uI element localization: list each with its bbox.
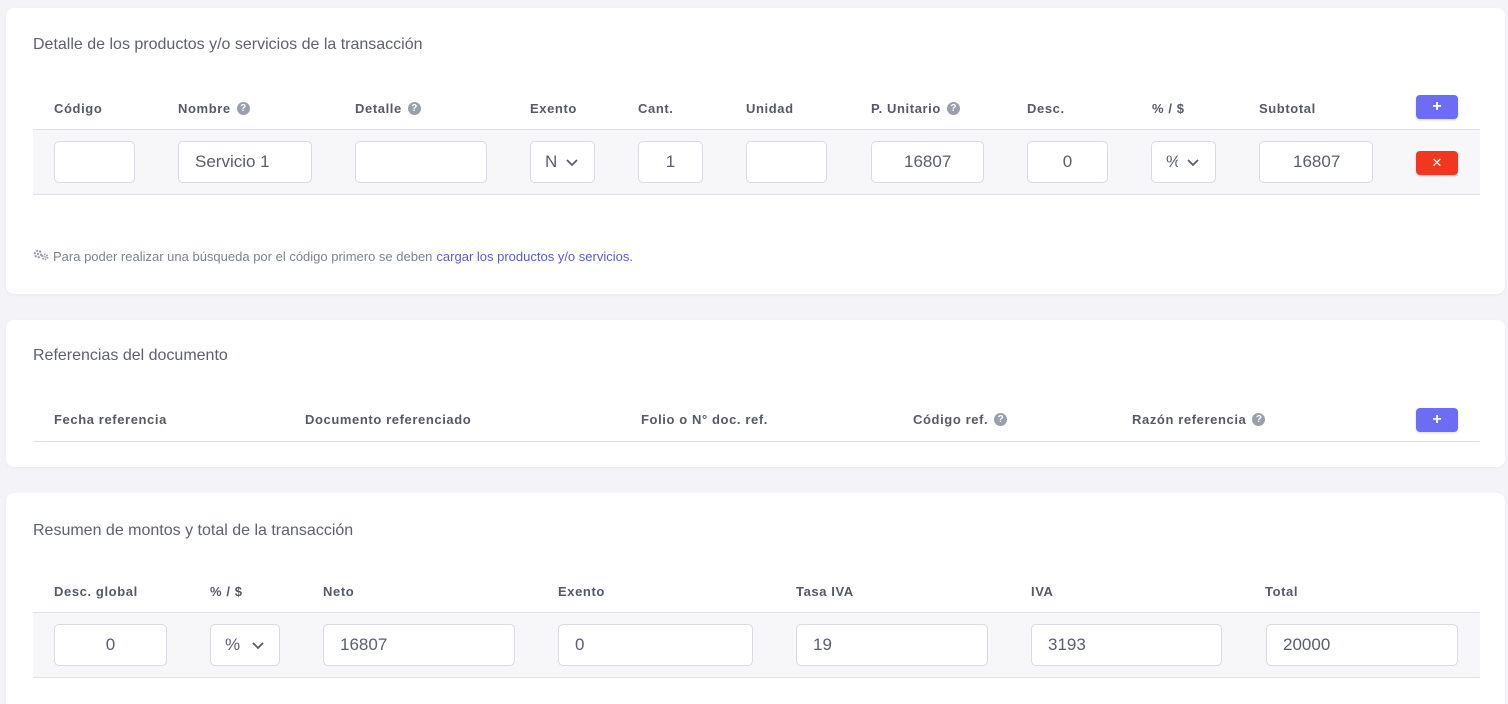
header-neto: Neto	[323, 584, 354, 599]
p-unitario-input[interactable]: 16807	[871, 141, 984, 183]
header-desc: Desc.	[1027, 101, 1065, 116]
summary-pct-select[interactable]: %	[210, 624, 280, 666]
help-icon[interactable]: ?	[236, 102, 250, 115]
exento-select-value: N	[545, 152, 557, 171]
search-note: Para poder realizar una búsqueda por el …	[33, 249, 633, 264]
header-nombre-label: Nombre	[178, 101, 231, 116]
help-icon[interactable]: ?	[1252, 413, 1266, 426]
summary-card: Resumen de montos y total de la transacc…	[6, 493, 1505, 704]
delete-row-button[interactable]: ✕	[1416, 151, 1458, 175]
gears-icon	[33, 249, 49, 264]
header-detalle-label: Detalle	[355, 101, 402, 116]
load-products-link[interactable]: cargar los productos y/o servicios.	[436, 249, 633, 264]
help-icon[interactable]: ?	[994, 413, 1008, 426]
products-title: Detalle de los productos y/o servicios d…	[33, 36, 423, 53]
header-p-unitario: P. Unitario?	[871, 101, 960, 116]
divider	[33, 441, 1480, 442]
header-summary-exento: Exento	[558, 584, 605, 599]
header-summary-pct: % / $	[210, 584, 243, 599]
nombre-input[interactable]: Servicio 1	[178, 141, 312, 183]
header-pct-label: % / $	[1152, 101, 1185, 116]
header-tasa-iva: Tasa IVA	[796, 584, 854, 599]
header-codigo-label: Código	[54, 101, 103, 116]
header-razon-label: Razón referencia	[1132, 412, 1247, 427]
header-exento: Exento	[530, 101, 577, 116]
header-unidad-label: Unidad	[746, 101, 794, 116]
tasa-iva-input[interactable]: 19	[796, 624, 988, 666]
search-note-text: Para poder realizar una búsqueda por el …	[53, 249, 433, 264]
header-total: Total	[1265, 584, 1298, 599]
header-codigo: Código	[54, 101, 102, 116]
header-desc-global: Desc. global	[54, 584, 138, 599]
references-card: Referencias del documento Fecha referenc…	[6, 320, 1505, 467]
header-codigo-ref-label: Código ref.	[913, 412, 989, 427]
summary-title: Resumen de montos y total de la transacc…	[33, 522, 354, 539]
header-documento-label: Documento referenciado	[305, 412, 472, 427]
divider	[33, 194, 1480, 195]
header-pct: % / $	[1152, 101, 1185, 116]
add-product-button[interactable]: +	[1416, 95, 1458, 119]
header-iva-label: IVA	[1031, 584, 1054, 599]
chevron-down-icon	[251, 638, 265, 652]
header-folio: Folio o N° doc. ref.	[641, 412, 768, 427]
header-unidad: Unidad	[746, 101, 794, 116]
add-reference-button[interactable]: +	[1416, 408, 1458, 432]
chevron-down-icon	[565, 155, 579, 169]
header-detalle: Detalle?	[355, 101, 421, 116]
codigo-input[interactable]	[54, 141, 135, 183]
divider	[33, 677, 1480, 678]
header-desc-global-label: Desc. global	[54, 584, 138, 599]
header-tasa-iva-label: Tasa IVA	[796, 584, 854, 599]
cant-input[interactable]: 1	[638, 141, 703, 183]
help-icon[interactable]: ?	[946, 102, 960, 115]
exento-select[interactable]: N	[530, 141, 595, 183]
unidad-input[interactable]	[746, 141, 827, 183]
header-neto-label: Neto	[323, 584, 355, 599]
neto-input[interactable]: 16807	[323, 624, 515, 666]
header-documento-referenciado: Documento referenciado	[305, 412, 471, 427]
header-summary-exento-label: Exento	[558, 584, 605, 599]
header-fecha-referencia: Fecha referencia	[54, 412, 167, 427]
header-subtotal: Subtotal	[1259, 101, 1316, 116]
desc-input[interactable]: 0	[1027, 141, 1108, 183]
desc-global-input[interactable]: 0	[54, 624, 167, 666]
pct-select[interactable]: %	[1151, 141, 1216, 183]
pct-select-value: %	[1166, 152, 1178, 172]
total-input[interactable]: 20000	[1266, 624, 1458, 666]
references-title: Referencias del documento	[33, 347, 228, 364]
chevron-down-icon	[1186, 155, 1200, 169]
header-razon-referencia: Razón referencia?	[1132, 412, 1266, 427]
header-exento-label: Exento	[530, 101, 577, 116]
header-subtotal-label: Subtotal	[1259, 101, 1316, 116]
subtotal-input[interactable]: 16807	[1259, 141, 1373, 183]
iva-input[interactable]: 3193	[1031, 624, 1222, 666]
products-card: Detalle de los productos y/o servicios d…	[6, 8, 1505, 294]
header-cant-label: Cant.	[638, 101, 674, 116]
header-cant: Cant.	[638, 101, 674, 116]
detalle-input[interactable]	[355, 141, 487, 183]
header-codigo-ref: Código ref.?	[913, 412, 1008, 427]
header-summary-pct-label: % / $	[210, 584, 243, 599]
header-desc-label: Desc.	[1027, 101, 1065, 116]
header-fecha-label: Fecha referencia	[54, 412, 167, 427]
header-total-label: Total	[1265, 584, 1299, 599]
exento-input[interactable]: 0	[558, 624, 753, 666]
header-folio-label: Folio o N° doc. ref.	[641, 412, 768, 427]
header-nombre: Nombre?	[178, 101, 250, 116]
help-icon[interactable]: ?	[407, 102, 421, 115]
header-iva: IVA	[1031, 584, 1054, 599]
header-p-unitario-label: P. Unitario	[871, 101, 941, 116]
summary-pct-select-value: %	[225, 635, 241, 654]
